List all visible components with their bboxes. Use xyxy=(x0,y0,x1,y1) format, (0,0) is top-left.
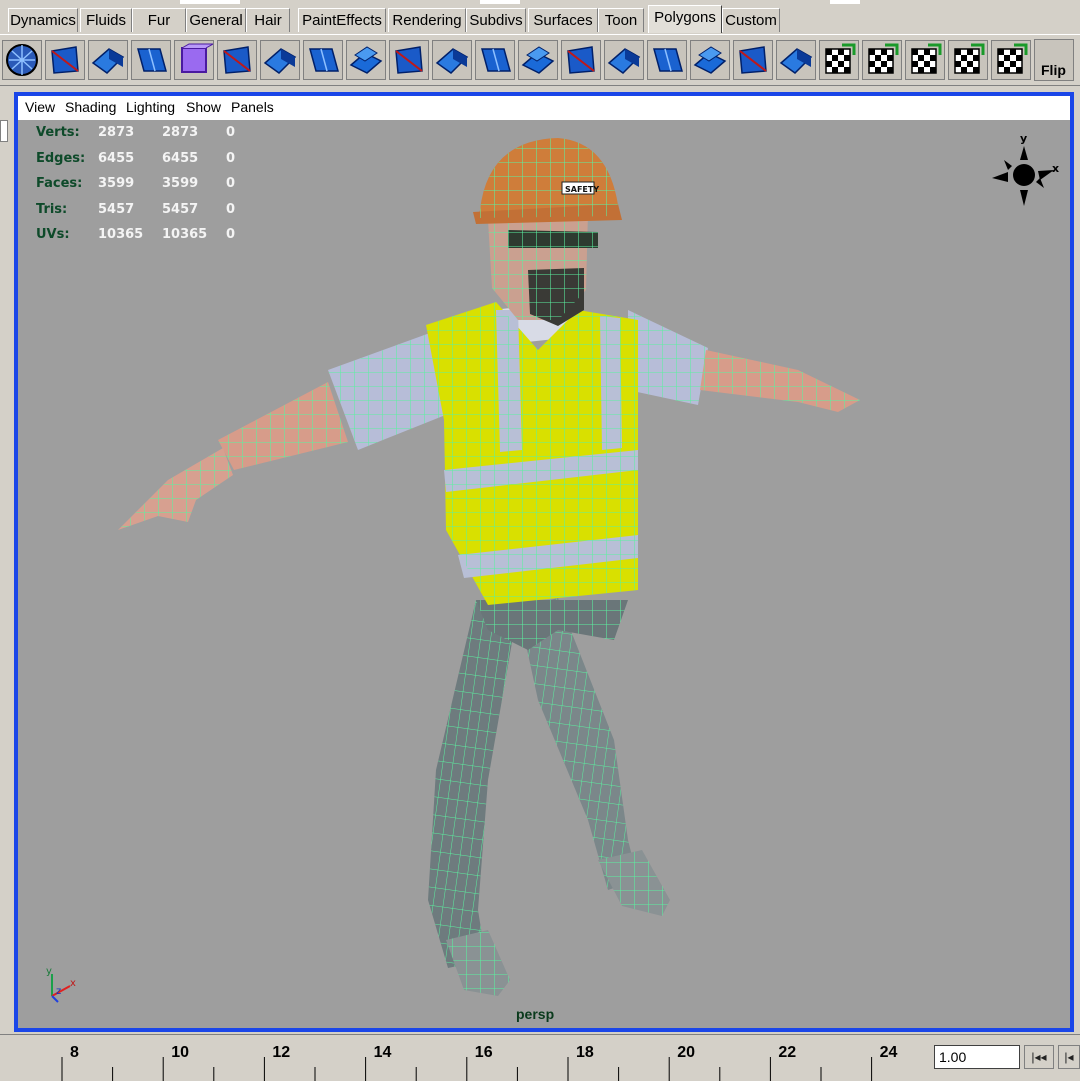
polygon-extrude-face-icon[interactable] xyxy=(389,40,429,80)
shelf-tab-toon[interactable]: Toon xyxy=(598,8,644,32)
time-slider[interactable]: 8 10 12 14 16 18 20 22 24 1.00 |◂◂ |◂ xyxy=(0,1034,1080,1081)
polygon-plane-icon[interactable] xyxy=(45,40,85,80)
viewport-panel: View Shading Lighting Show Panels Verts:… xyxy=(14,92,1074,1032)
shelf-tab-polygons[interactable]: Polygons xyxy=(648,5,722,33)
polygon-wedge-icon[interactable] xyxy=(561,40,601,80)
polygon-pivot-icon[interactable] xyxy=(776,40,816,80)
shelf-tab-general[interactable]: General xyxy=(186,8,246,32)
shelf-tab-dynamics[interactable]: Dynamics xyxy=(8,8,78,32)
polygon-duplicate-icon[interactable] xyxy=(432,40,472,80)
timeline-tick-label: 12 xyxy=(272,1044,290,1061)
menu-lighting[interactable]: Lighting xyxy=(126,99,175,115)
camera-name-label: persp xyxy=(516,1006,555,1022)
polygon-bridge-icon[interactable] xyxy=(647,40,687,80)
timeline-tick-label: 14 xyxy=(374,1044,392,1061)
shelf-tab-fluids[interactable]: Fluids xyxy=(80,8,132,32)
polygon-extrude-icon[interactable] xyxy=(88,40,128,80)
shelf-tab-custom[interactable]: Custom xyxy=(722,8,780,32)
polygon-smooth-icon[interactable] xyxy=(131,40,171,80)
hard-hat: SAFETY xyxy=(473,138,622,224)
polygon-split-icon[interactable] xyxy=(217,40,257,80)
shelf-tab-painteffects[interactable]: PaintEffects xyxy=(298,8,386,32)
polygon-poke-icon[interactable] xyxy=(604,40,644,80)
polygon-append-icon[interactable] xyxy=(518,40,558,80)
polygon-bevel-icon[interactable] xyxy=(303,40,343,80)
uv-texture-editor-icon[interactable] xyxy=(991,40,1031,80)
timeline-tick-label: 16 xyxy=(475,1044,493,1061)
gizmo-x-label: x xyxy=(70,978,76,989)
menu-show[interactable]: Show xyxy=(186,99,221,115)
rewind-button[interactable]: |◂◂ xyxy=(1024,1045,1054,1069)
uv-planar-map-icon[interactable] xyxy=(819,40,859,80)
axis-gizmo-icon: y x z xyxy=(46,966,76,1003)
polygon-cut-icon[interactable] xyxy=(260,40,300,80)
perspective-viewport[interactable]: Verts: 2873 2873 0 Edges: 6455 6455 0 Faces: 3599… xyxy=(18,120,1070,1028)
polygon-sphere-icon[interactable] xyxy=(2,40,42,80)
shelf-tab-surfaces[interactable]: Surfaces xyxy=(528,8,598,32)
shelf-tab-strip xyxy=(0,0,1080,6)
menu-panels[interactable]: Panels xyxy=(231,99,274,115)
polygon-cube-icon[interactable] xyxy=(174,40,214,80)
timeline-tick-label: 8 xyxy=(70,1044,79,1061)
menu-shading[interactable]: Shading xyxy=(65,99,116,115)
timeline-tick-label: 20 xyxy=(677,1044,695,1061)
helmet-badge-text: SAFETY xyxy=(565,185,599,194)
polygon-merge-icon[interactable] xyxy=(346,40,386,80)
pants xyxy=(428,598,638,968)
shelf-tab-bar: Dynamics Fluids Fur General Hair PaintEffects… xyxy=(0,0,1080,34)
gizmo-z-label: z xyxy=(56,986,61,997)
safety-vest xyxy=(426,302,638,605)
flip-label: Flip xyxy=(1041,62,1066,78)
panel-menu-bar: View Shading Lighting Show Panels xyxy=(18,96,1070,120)
polygon-combine-icon[interactable] xyxy=(690,40,730,80)
timeline-tick-label: 22 xyxy=(778,1044,796,1061)
timeline-ruler[interactable]: 8 10 12 14 16 18 20 22 24 xyxy=(0,1035,920,1081)
uv-automatic-map-icon[interactable] xyxy=(862,40,902,80)
timeline-tick-label: 24 xyxy=(880,1044,898,1061)
timeline-tick-label: 10 xyxy=(171,1044,189,1061)
polygon-extract-icon[interactable] xyxy=(475,40,515,80)
uv-spherical-map-icon[interactable] xyxy=(948,40,988,80)
step-back-button[interactable]: |◂ xyxy=(1058,1045,1080,1069)
shelf-tab-hair[interactable]: Hair xyxy=(246,8,290,32)
menu-view[interactable]: View xyxy=(25,99,55,115)
left-edge-strip xyxy=(0,92,14,1032)
shelf-toolbar: Flip xyxy=(0,34,1080,86)
shelf-tab-rendering[interactable]: Rendering xyxy=(388,8,466,32)
current-frame-field[interactable]: 1.00 xyxy=(934,1045,1020,1069)
gizmo-y-label: y xyxy=(46,966,52,977)
flip-button[interactable]: Flip xyxy=(1034,39,1074,81)
uv-cylindrical-map-icon[interactable] xyxy=(905,40,945,80)
character-model[interactable]: SAFETY xyxy=(18,120,1070,1028)
shelf-tab-subdivs[interactable]: Subdivs xyxy=(466,8,526,32)
polygon-separate-icon[interactable] xyxy=(733,40,773,80)
shelf-tab-fur[interactable]: Fur xyxy=(132,8,186,32)
timeline-tick-label: 18 xyxy=(576,1044,594,1061)
